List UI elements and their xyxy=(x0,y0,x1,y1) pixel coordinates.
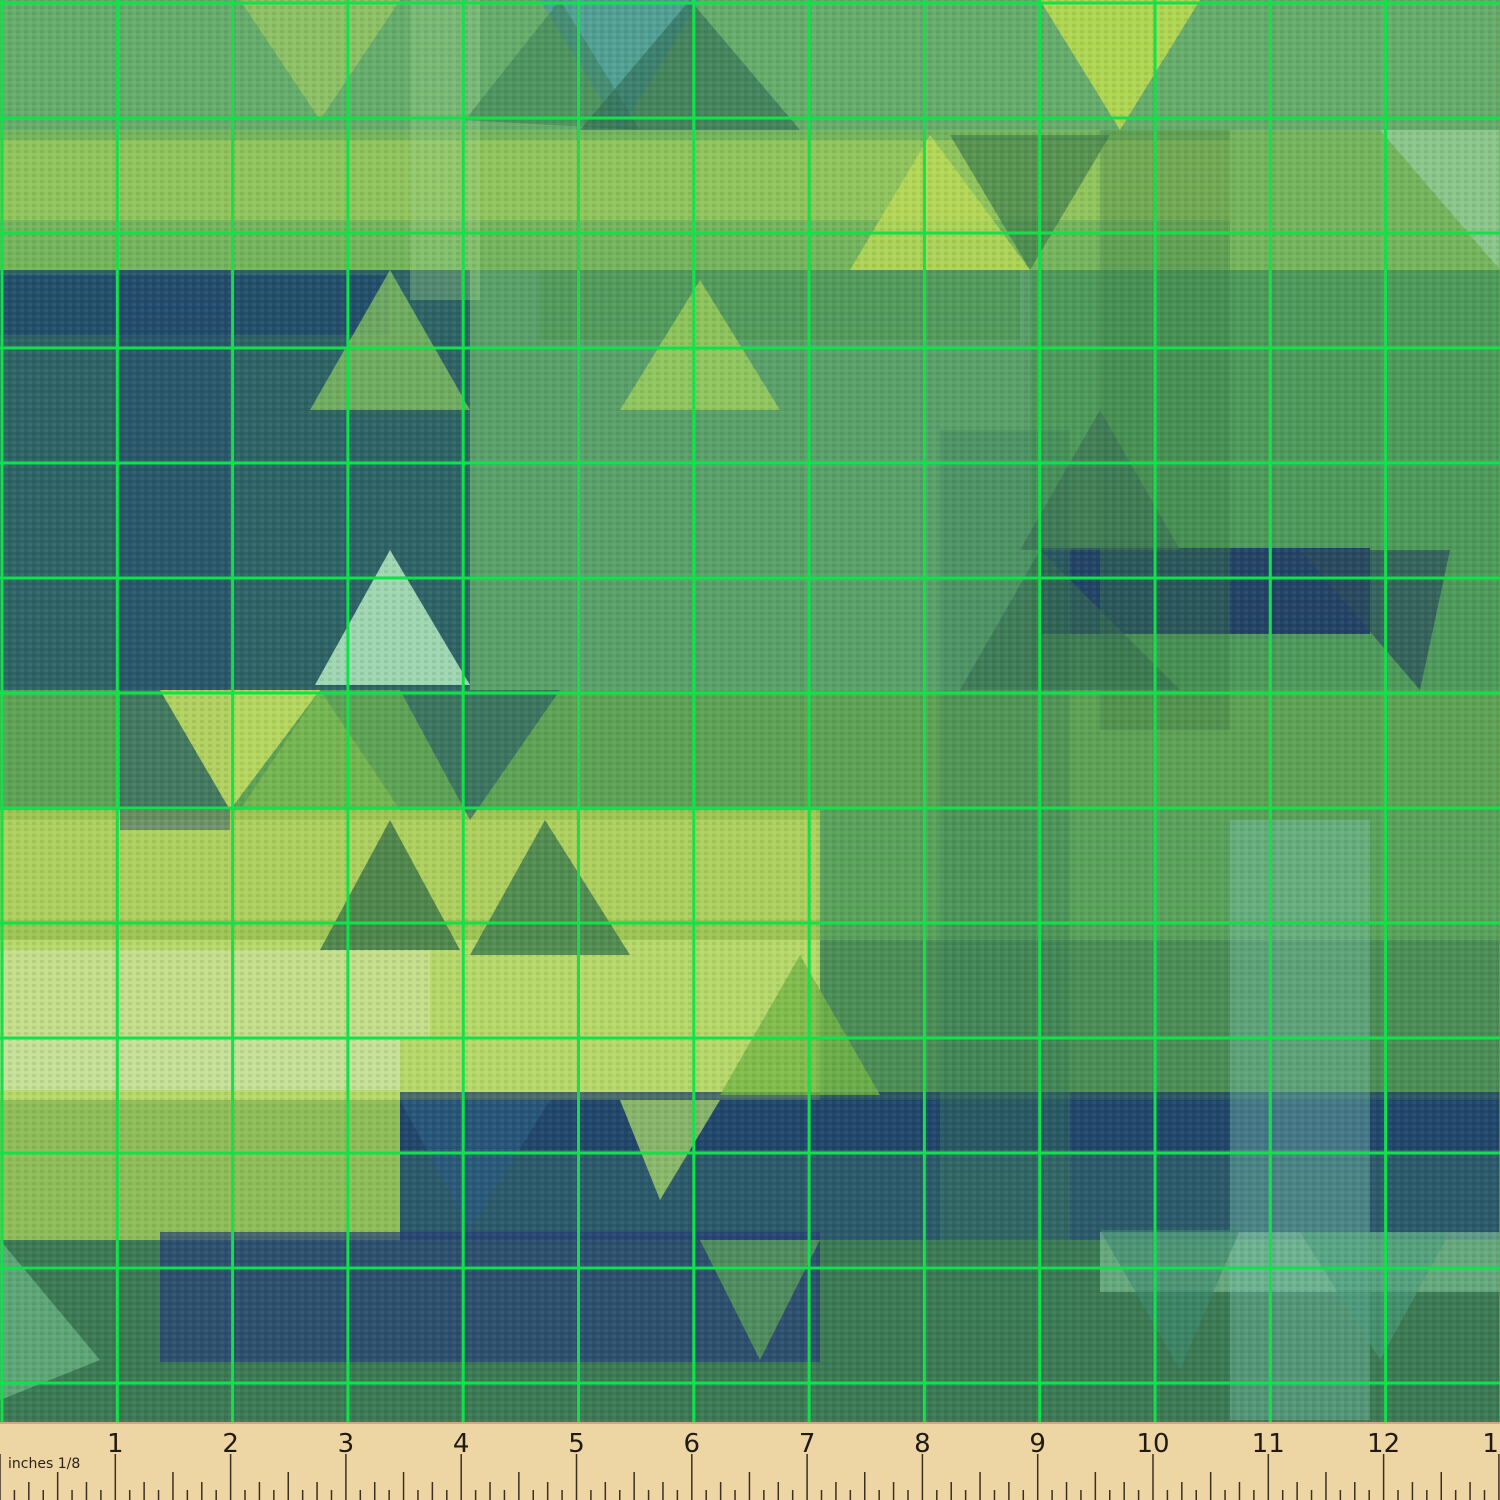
weave-texture xyxy=(0,0,1500,1422)
ruler-number: 11 xyxy=(1252,1429,1285,1459)
ruler-number: 13 xyxy=(1482,1429,1500,1459)
ruler-number: 7 xyxy=(799,1429,816,1459)
measuring-ruler: 12345678910111213 xyxy=(0,1422,1500,1500)
ruler-number: 10 xyxy=(1136,1429,1169,1459)
ruler-number: 1 xyxy=(107,1429,124,1459)
ruler-number: 4 xyxy=(453,1429,470,1459)
ruler-number: 3 xyxy=(338,1429,355,1459)
ruler-number: 12 xyxy=(1367,1429,1400,1459)
ruler-number: 9 xyxy=(1029,1429,1046,1459)
ruler-number: 5 xyxy=(568,1429,585,1459)
ruler-unit-label: inches 1/8 xyxy=(8,1456,81,1472)
fabric-swatch-image: { "image": { "subject": "fabric swatch w… xyxy=(0,0,1500,1500)
ruler-number: 6 xyxy=(684,1429,701,1459)
geometric-triangle-pattern xyxy=(0,0,1500,1422)
ruler-number: 8 xyxy=(914,1429,931,1459)
ruler-number: 2 xyxy=(222,1429,239,1459)
